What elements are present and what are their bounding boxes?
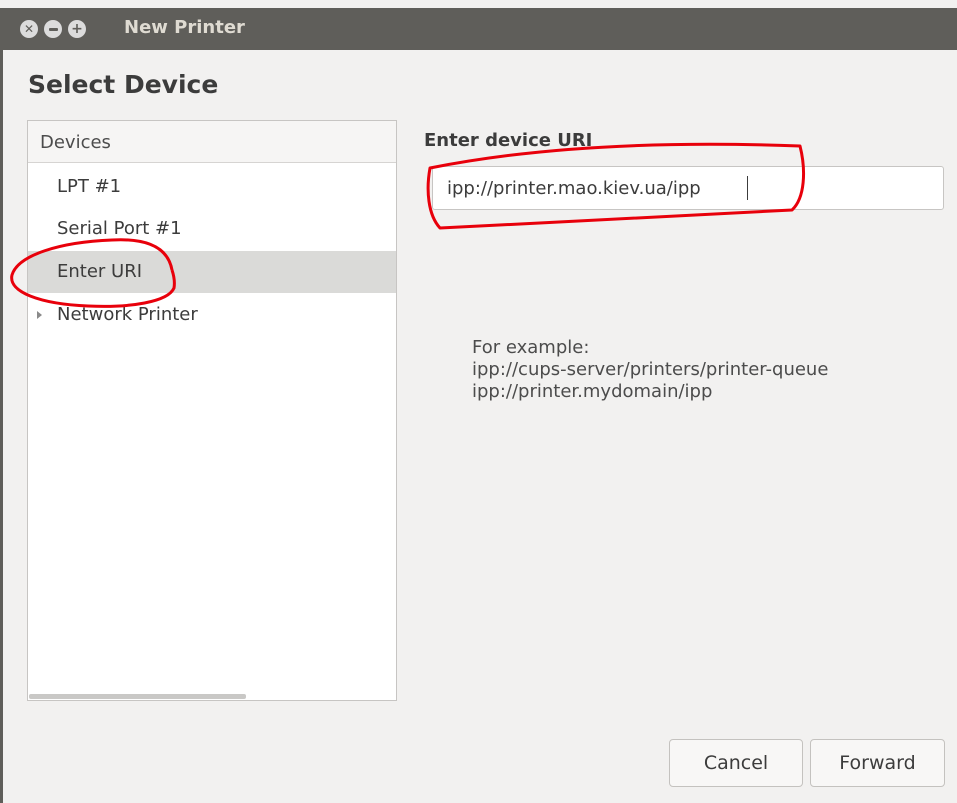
device-item-label: LPT #1 <box>57 176 122 197</box>
minimize-icon[interactable] <box>44 20 62 38</box>
device-item-network-printer[interactable]: Network Printer <box>28 294 396 336</box>
device-item-label: Serial Port #1 <box>57 218 182 239</box>
maximize-icon[interactable]: + <box>68 20 86 38</box>
forward-button[interactable]: Forward <box>810 739 945 787</box>
device-list-header-label: Devices <box>40 132 111 153</box>
expand-arrow-icon[interactable] <box>37 311 42 319</box>
horizontal-scrollbar[interactable] <box>29 694 246 699</box>
window-border <box>0 50 3 803</box>
window-title: New Printer <box>124 17 245 38</box>
example-text: For example: ipp://cups-server/printers/… <box>472 337 828 403</box>
device-uri-input[interactable] <box>432 166 944 210</box>
device-item-label: Network Printer <box>57 304 198 325</box>
page-heading: Select Device <box>28 70 219 99</box>
title-bar: ✕ + New Printer <box>0 8 957 50</box>
device-list: Devices LPT #1 Serial Port #1 Enter URI … <box>27 120 397 701</box>
device-item-enter-uri[interactable]: Enter URI <box>28 251 396 293</box>
device-item-label: Enter URI <box>57 261 143 282</box>
device-item-lpt1[interactable]: LPT #1 <box>28 166 396 208</box>
uri-field-label: Enter device URI <box>424 130 593 151</box>
example-line: ipp://cups-server/printers/printer-queue <box>472 359 829 380</box>
device-item-serial-port-1[interactable]: Serial Port #1 <box>28 208 396 250</box>
example-line: For example: <box>472 337 590 358</box>
device-list-header[interactable]: Devices <box>28 121 396 163</box>
text-caret <box>747 176 748 200</box>
close-icon[interactable]: ✕ <box>20 20 38 38</box>
example-line: ipp://printer.mydomain/ipp <box>472 381 713 402</box>
cancel-button[interactable]: Cancel <box>669 739 803 787</box>
